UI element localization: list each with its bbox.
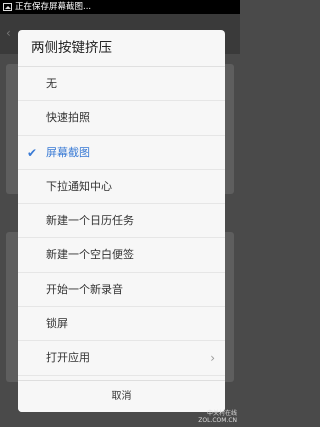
option-label: 锁屏	[46, 317, 68, 331]
option-pull-notification-center[interactable]: 下拉通知中心	[18, 170, 225, 205]
option-open-app[interactable]: 打开应用 ›	[18, 341, 225, 376]
option-quick-photo[interactable]: 快速拍照	[18, 101, 225, 136]
option-screenshot[interactable]: ✔ 屏幕截图	[18, 136, 225, 170]
watermark-line: 中关村在线	[206, 410, 237, 417]
chevron-right-icon: ›	[210, 351, 215, 366]
status-bar: 正在保存屏幕截图...	[0, 0, 240, 14]
option-label: 新建一个空白便签	[46, 248, 134, 262]
option-label: 无	[46, 77, 57, 90]
option-label: 屏幕截图	[46, 145, 90, 159]
key-squeeze-dialog: 两侧按键挤压 无 快速拍照 ✔ 屏幕截图 下拉通知中心 新建一个日历任务 新建一…	[18, 30, 225, 412]
option-label: 打开应用	[46, 351, 90, 365]
back-icon: ‹	[6, 26, 11, 40]
status-notification-text: 正在保存屏幕截图...	[15, 2, 92, 12]
dialog-title: 两侧按键挤压	[18, 30, 225, 67]
option-label: 开始一个新录音	[46, 282, 123, 296]
option-none[interactable]: 无	[18, 67, 225, 102]
option-lock-screen[interactable]: 锁屏	[18, 307, 225, 342]
option-new-recording[interactable]: 开始一个新录音	[18, 273, 225, 308]
option-label: 新建一个日历任务	[46, 214, 134, 228]
watermark-logo: 中关村在线 ZOL.COM.CN	[198, 410, 237, 424]
option-label: 快速拍照	[46, 111, 90, 125]
option-new-blank-note[interactable]: 新建一个空白便签	[18, 238, 225, 273]
watermark-line: ZOL.COM.CN	[198, 417, 237, 424]
image-icon	[3, 3, 12, 11]
option-new-calendar-task[interactable]: 新建一个日历任务	[18, 204, 225, 239]
checkmark-icon: ✔	[27, 145, 38, 160]
option-label: 下拉通知中心	[46, 179, 112, 193]
cancel-button[interactable]: 取消	[18, 380, 225, 412]
